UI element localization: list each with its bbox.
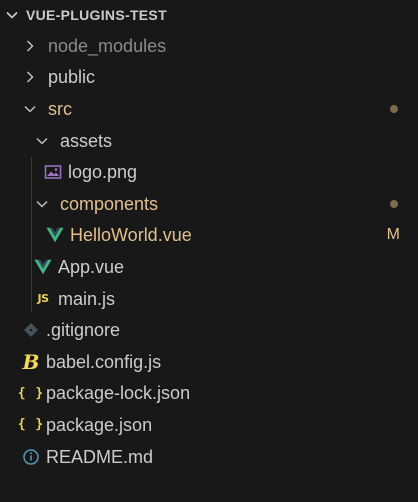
image-file-icon (44, 165, 62, 179)
file-tree: node_modules public src assets logo.png … (0, 30, 418, 472)
tree-item-label: package.json (46, 414, 153, 435)
chevron-down-icon (36, 200, 48, 208)
tree-item-label: package-lock.json (46, 383, 191, 404)
modified-dot (390, 104, 398, 113)
git-file-icon (24, 323, 38, 338)
chevron-down-icon (6, 11, 18, 19)
tree-item-readme-md[interactable]: README.md (0, 441, 418, 473)
vue-file-icon (34, 259, 52, 275)
tree-item-src[interactable]: src (0, 93, 418, 125)
json-file-icon: { } (17, 417, 45, 433)
tree-item-label: .gitignore (46, 320, 121, 341)
tree-item-components[interactable]: components (0, 188, 418, 220)
tree-item-helloworld-vue[interactable]: HelloWorld.vue M (0, 220, 418, 252)
tree-item-logo-png[interactable]: logo.png (0, 156, 418, 188)
modified-dot (390, 199, 398, 208)
tree-item-public[interactable]: public (0, 62, 418, 94)
vue-file-icon (46, 228, 64, 243)
chevron-down-icon (36, 137, 48, 145)
json-file-icon: { } (17, 385, 45, 401)
tree-item-label: logo.png (68, 162, 138, 183)
tree-item-package-json[interactable]: { } package.json (0, 409, 418, 441)
tree-item-main-js[interactable]: JS main.js (0, 283, 418, 315)
project-title: VUE-PLUGINS-TEST (26, 7, 167, 23)
tree-item-label: node_modules (48, 35, 167, 56)
tree-item-label: components (60, 193, 159, 214)
git-status-badge: M (386, 226, 400, 244)
tree-item-app-vue[interactable]: App.vue (0, 251, 418, 283)
tree-item-babel-config-js[interactable]: B babel.config.js (0, 346, 418, 378)
chevron-right-icon (26, 40, 34, 52)
tree-item-package-lock-json[interactable]: { } package-lock.json (0, 378, 418, 410)
js-file-icon: JS (37, 292, 49, 306)
tree-item-label: main.js (58, 288, 116, 309)
tree-item-node-modules[interactable]: node_modules (0, 30, 418, 62)
chevron-right-icon (26, 71, 34, 83)
babel-file-icon: B (22, 349, 40, 374)
tree-item-assets[interactable]: assets (0, 125, 418, 157)
tree-item-label: assets (60, 130, 113, 151)
tree-item-label: App.vue (58, 256, 125, 277)
info-file-icon (23, 448, 39, 465)
tree-item-gitignore[interactable]: .gitignore (0, 314, 418, 346)
tree-item-label: public (48, 67, 96, 88)
explorer-panel: VUE-PLUGINS-TEST node_modules public src (0, 0, 418, 502)
chevron-down-icon (24, 105, 36, 113)
tree-item-label: HelloWorld.vue (70, 225, 192, 246)
tree-item-label: src (48, 98, 72, 119)
tree-item-label: babel.config.js (46, 351, 162, 372)
tree-item-label: README.md (46, 446, 154, 467)
explorer-header[interactable]: VUE-PLUGINS-TEST (0, 0, 418, 30)
